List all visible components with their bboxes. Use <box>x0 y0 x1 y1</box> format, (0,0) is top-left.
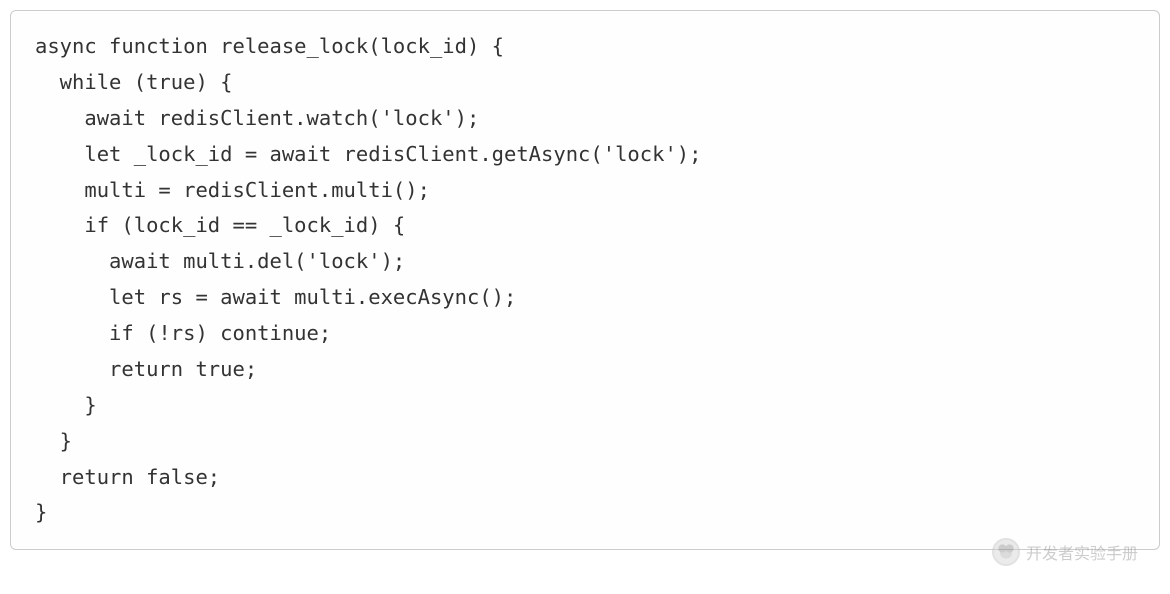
code-line: await multi.del('lock'); <box>35 244 1135 280</box>
code-line: let rs = await multi.execAsync(); <box>35 280 1135 316</box>
code-line: return true; <box>35 352 1135 388</box>
code-line: multi = redisClient.multi(); <box>35 173 1135 209</box>
code-line: if (!rs) continue; <box>35 316 1135 352</box>
code-line: } <box>35 424 1135 460</box>
code-block: async function release_lock(lock_id) { w… <box>10 10 1160 550</box>
code-line: let _lock_id = await redisClient.getAsyn… <box>35 137 1135 173</box>
code-line: async function release_lock(lock_id) { <box>35 29 1135 65</box>
code-line: await redisClient.watch('lock'); <box>35 101 1135 137</box>
code-line: if (lock_id == _lock_id) { <box>35 208 1135 244</box>
watermark-text: 开发者实验手册 <box>1026 540 1138 564</box>
code-line: while (true) { <box>35 65 1135 101</box>
code-line: } <box>35 388 1135 424</box>
code-line: return false; <box>35 460 1135 496</box>
watermark: 开发者实验手册 <box>992 538 1138 566</box>
wechat-icon <box>992 538 1020 566</box>
code-line: } <box>35 495 1135 531</box>
